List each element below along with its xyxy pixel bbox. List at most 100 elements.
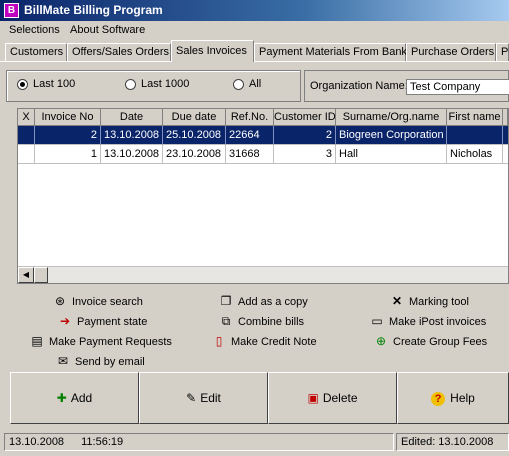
payment-document-icon: ➔: [59, 314, 71, 328]
cell-ref-no: 31668: [226, 145, 274, 164]
add-copy-label: Add as a copy: [238, 296, 308, 308]
tab-purchase-orders[interactable]: Purchase Orders: [406, 43, 496, 61]
cell-first-name: Nicholas: [447, 145, 503, 164]
edit-button-label: Edit: [200, 391, 221, 405]
radio-last-100-label: Last 100: [33, 78, 76, 90]
help-icon: ?: [431, 392, 446, 406]
org-name-field[interactable]: Test Company: [406, 79, 509, 95]
help-button[interactable]: ? Help: [397, 372, 509, 424]
help-button-label: Help: [450, 391, 475, 405]
invoice-search-label: Invoice search: [72, 296, 143, 308]
col-header-overflow: [503, 109, 508, 126]
send-email-label: Send by email: [75, 356, 145, 368]
cell-date: 13.10.2008: [101, 145, 163, 164]
copy-document-icon: ❐: [220, 294, 232, 308]
menu-about-software[interactable]: About Software: [70, 24, 145, 36]
menu-selections[interactable]: Selections: [9, 24, 60, 36]
cell-customer-id: 3: [274, 145, 336, 164]
edit-button[interactable]: ✎ Edit: [139, 372, 268, 424]
edit-pencil-icon: ✎: [186, 391, 197, 405]
cell-date: 13.10.2008: [101, 126, 163, 145]
cell-invoice-no: 2: [35, 126, 101, 145]
cell-ref-no: 22664: [226, 126, 274, 145]
email-icon: ✉: [57, 354, 69, 368]
radio-last-1000[interactable]: [125, 79, 136, 90]
scroll-left-icon[interactable]: ◀: [18, 267, 34, 283]
window-title: BillMate Billing Program: [24, 3, 163, 17]
col-header-customer-id[interactable]: Customer ID: [274, 109, 336, 126]
col-header-surname[interactable]: Surname/Org.name: [336, 109, 447, 126]
create-group-fees-label: Create Group Fees: [393, 336, 488, 348]
tab-divider: [0, 61, 509, 62]
org-name-label: Organization Name:: [310, 80, 408, 92]
cell-first-name: [447, 126, 503, 145]
cell-overflow: [503, 145, 508, 164]
delete-button-label: Delete: [322, 391, 358, 405]
col-header-ref-no[interactable]: Ref.No.: [226, 109, 274, 126]
cell-due-date: 25.10.2008: [163, 126, 226, 145]
make-credit-note-label: Make Credit Note: [231, 336, 317, 348]
cell-overflow: [503, 126, 508, 145]
add-copy-action[interactable]: ❐ Add as a copy: [219, 293, 308, 309]
cell-due-date: 23.10.2008: [163, 145, 226, 164]
delete-button[interactable]: ▣ Delete: [268, 372, 397, 424]
make-credit-note-action[interactable]: ▯ Make Credit Note: [212, 333, 317, 349]
payment-state-label: Payment state: [77, 316, 148, 328]
row-marker: [18, 145, 35, 164]
menu-bar: Selections About Software: [0, 22, 509, 40]
status-time: 11:56:19: [81, 436, 124, 448]
radio-last-100[interactable]: [17, 79, 28, 90]
invoice-search-action[interactable]: ⊛ Invoice search: [53, 293, 143, 309]
col-header-date[interactable]: Date: [101, 109, 163, 126]
scroll-thumb[interactable]: [34, 267, 48, 283]
organization-filter: Organization Name: Test Company: [304, 70, 509, 102]
row-marker: [18, 126, 35, 145]
tab-payment-materials[interactable]: Payment Materials From Bank: [254, 43, 407, 61]
delete-document-icon: ▣: [307, 391, 319, 405]
col-header-due-date[interactable]: Due date: [163, 109, 226, 126]
status-bar-left: 13.10.2008 11:56:19: [4, 433, 394, 451]
make-payment-requests-action[interactable]: ▤ Make Payment Requests: [30, 333, 172, 349]
col-header-first-name[interactable]: First name: [447, 109, 503, 126]
col-header-invoice-no[interactable]: Invoice No: [35, 109, 101, 126]
tab-strip: Customers Offers/Sales Orders Sales Invo…: [0, 40, 509, 62]
add-button[interactable]: ✚ Add: [10, 372, 139, 424]
add-document-icon: ✚: [56, 391, 67, 405]
x-mark-icon: ✕: [391, 294, 403, 308]
tab-sales-invoices[interactable]: Sales Invoices: [171, 40, 254, 62]
tab-offers-sales-orders[interactable]: Offers/Sales Orders: [67, 43, 171, 61]
send-email-action[interactable]: ✉ Send by email: [56, 353, 145, 369]
status-edited: Edited: 13.10.2008: [396, 433, 509, 451]
marking-tool-label: Marking tool: [409, 296, 469, 308]
combine-bills-label: Combine bills: [238, 316, 305, 328]
title-bar: B BillMate Billing Program: [0, 0, 509, 21]
app-icon: B: [4, 3, 19, 18]
payment-state-action[interactable]: ➔ Payment state: [58, 313, 147, 329]
add-button-label: Add: [70, 391, 93, 405]
tab-customers[interactable]: Customers: [5, 43, 67, 61]
radio-last-1000-label: Last 1000: [141, 78, 190, 90]
cell-customer-id: 2: [274, 126, 336, 145]
horizontal-scrollbar[interactable]: ◀: [18, 266, 508, 283]
binoculars-icon: ⊛: [54, 294, 66, 308]
envelope-icon: ▭: [371, 314, 383, 328]
combine-bills-action[interactable]: ⧉ Combine bills: [219, 313, 304, 329]
cell-surname: Hall: [336, 145, 447, 164]
col-header-x[interactable]: X: [18, 109, 35, 126]
group-fees-icon: ⊕: [375, 334, 387, 348]
range-filter: Last 100 Last 1000 All: [6, 70, 301, 102]
cell-surname: Biogreen Corporation: [336, 126, 447, 145]
marking-tool-action[interactable]: ✕ Marking tool: [390, 293, 469, 309]
credit-note-icon: ▯: [215, 334, 223, 348]
make-ipost-label: Make iPost invoices: [389, 316, 487, 328]
create-group-fees-action[interactable]: ⊕ Create Group Fees: [374, 333, 487, 349]
cell-invoice-no: 1: [35, 145, 101, 164]
invoice-table: X Invoice No Date Due date Ref.No. Custo…: [17, 108, 509, 284]
status-date: 13.10.2008: [9, 436, 65, 448]
radio-all-label: All: [249, 78, 262, 90]
make-payment-requests-label: Make Payment Requests: [49, 336, 172, 348]
make-ipost-action[interactable]: ▭ Make iPost invoices: [370, 313, 486, 329]
radio-all[interactable]: [233, 79, 244, 90]
tab-more[interactable]: P: [496, 43, 509, 61]
combine-documents-icon: ⧉: [221, 314, 231, 328]
